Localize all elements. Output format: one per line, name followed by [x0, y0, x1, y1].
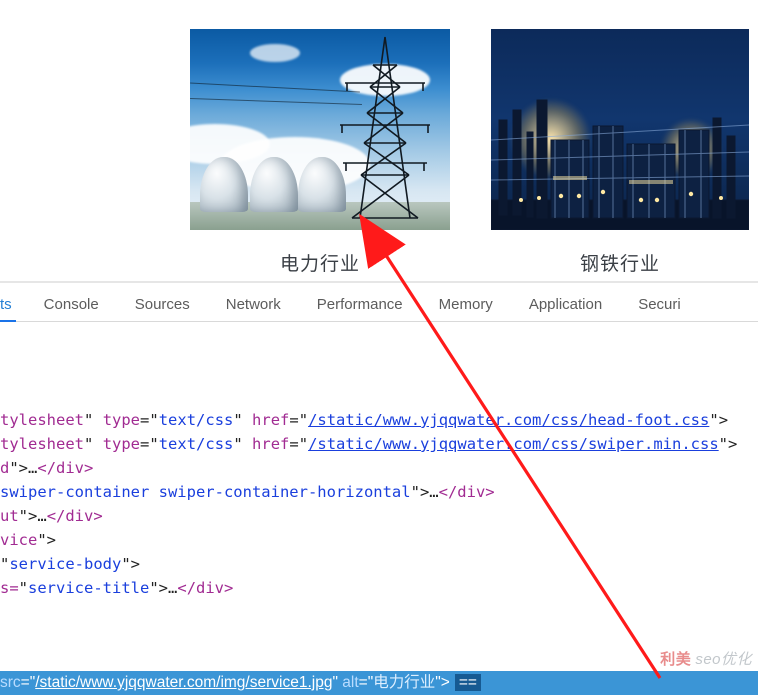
tab-application[interactable]: Application: [511, 287, 620, 321]
tab-elements[interactable]: ts: [0, 287, 26, 321]
pylon-icon: [340, 35, 430, 220]
service-image-steel: [491, 29, 749, 230]
tab-security[interactable]: Securi: [620, 287, 699, 321]
devtools-tabs: ts Console Sources Network Performance M…: [0, 283, 758, 322]
service-card-power[interactable]: 电力行业: [190, 29, 450, 276]
viewport: 电力行业: [0, 0, 758, 695]
service-label: 电力行业: [190, 249, 450, 276]
code-line[interactable]: s="service-title">…</div>: [0, 576, 758, 600]
tab-console[interactable]: Console: [26, 287, 117, 321]
code-line[interactable]: "service-body">: [0, 552, 758, 576]
service-label: 钢铁行业: [491, 249, 749, 276]
tab-performance[interactable]: Performance: [299, 287, 421, 321]
service-card-steel[interactable]: 钢铁行业: [491, 29, 749, 276]
code-line[interactable]: tylesheet" type="text/css" href="/static…: [0, 408, 758, 432]
code-line[interactable]: ut">…</div>: [0, 504, 758, 528]
code-line[interactable]: vice">: [0, 528, 758, 552]
watermark: 利美seo优化: [660, 648, 752, 669]
selected-element-line[interactable]: src="/static/www.yjqqwater.com/img/servi…: [0, 671, 758, 695]
devtools-panel: ts Console Sources Network Performance M…: [0, 281, 758, 600]
page-content: 电力行业: [0, 0, 758, 281]
tab-sources[interactable]: Sources: [117, 287, 208, 321]
elements-tree[interactable]: tylesheet" type="text/css" href="/static…: [0, 322, 758, 600]
tab-memory[interactable]: Memory: [421, 287, 511, 321]
code-line[interactable]: swiper-container swiper-container-horizo…: [0, 480, 758, 504]
service-image-power: [190, 29, 450, 230]
code-line[interactable]: d">…</div>: [0, 456, 758, 480]
tab-network[interactable]: Network: [208, 287, 299, 321]
code-line[interactable]: tylesheet" type="text/css" href="/static…: [0, 432, 758, 456]
